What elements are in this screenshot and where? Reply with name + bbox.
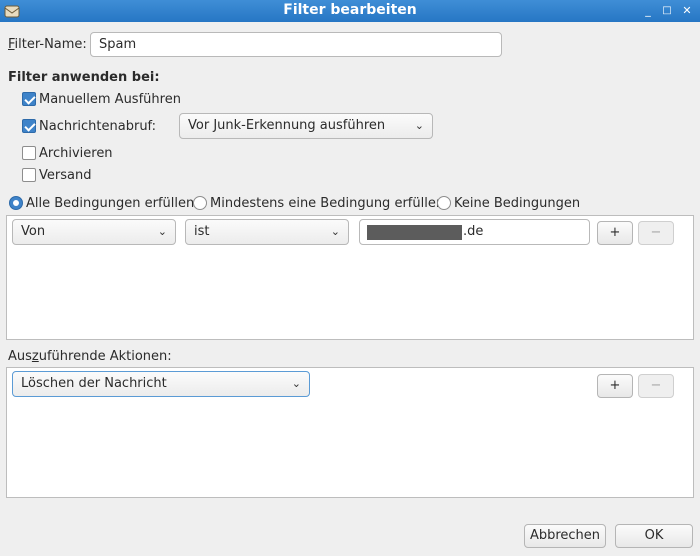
archive-checkbox[interactable] [22, 146, 36, 160]
archive-label: Archivieren [39, 146, 113, 161]
fetch-mode-select[interactable]: Vor Junk-Erkennung ausführen ⌄ [179, 113, 433, 139]
match-none-label: Keine Bedingungen [454, 196, 581, 211]
close-icon[interactable]: ✕ [680, 4, 694, 18]
add-condition-button[interactable]: + [597, 221, 633, 245]
maximize-icon[interactable]: □ [660, 4, 674, 18]
ok-button[interactable]: OK [615, 524, 693, 548]
title-bar: Filter bearbeiten _ □ ✕ [0, 0, 700, 22]
condition-field-value: Von [21, 224, 46, 239]
chevron-down-icon: ⌄ [330, 225, 340, 238]
filter-name-input[interactable]: Spam [90, 32, 502, 57]
chevron-down-icon: ⌄ [414, 119, 424, 132]
cancel-button[interactable]: Abbrechen [524, 524, 606, 548]
manual-label: Manuellem Ausführen [39, 92, 181, 107]
action-select[interactable]: Löschen der Nachricht ⌄ [12, 371, 310, 397]
match-none-radio[interactable] [437, 196, 451, 210]
remove-condition-button[interactable]: − [638, 221, 674, 245]
condition-field-select[interactable]: Von ⌄ [12, 219, 176, 245]
match-any-radio[interactable] [193, 196, 207, 210]
match-any-label: Mindestens eine Bedingung erfüllen [210, 196, 445, 211]
redacted-block [367, 225, 462, 240]
chevron-down-icon: ⌄ [291, 377, 301, 390]
apply-heading: Filter anwenden bei: [8, 70, 160, 85]
actions-heading: Auszuführende Aktionen: [8, 349, 172, 364]
window-title: Filter bearbeiten [283, 2, 417, 18]
chevron-down-icon: ⌄ [157, 225, 167, 238]
fetch-mode-value: Vor Junk-Erkennung ausführen [188, 118, 386, 133]
remove-action-button[interactable]: − [638, 374, 674, 398]
condition-operator-select[interactable]: ist ⌄ [185, 219, 349, 245]
send-label: Versand [39, 168, 92, 183]
action-value: Löschen der Nachricht [21, 376, 167, 391]
match-all-label: Alle Bedingungen erfüllen [26, 196, 195, 211]
fetch-label: Nachrichtenabruf: [39, 119, 157, 134]
match-all-radio[interactable] [9, 196, 23, 210]
send-checkbox[interactable] [22, 168, 36, 182]
fetch-checkbox[interactable] [22, 119, 36, 133]
add-action-button[interactable]: + [597, 374, 633, 398]
manual-checkbox[interactable] [22, 92, 36, 106]
filter-name-label: Filter-Name: [8, 37, 87, 52]
condition-operator-value: ist [194, 224, 210, 239]
minimize-icon[interactable]: _ [641, 4, 655, 18]
